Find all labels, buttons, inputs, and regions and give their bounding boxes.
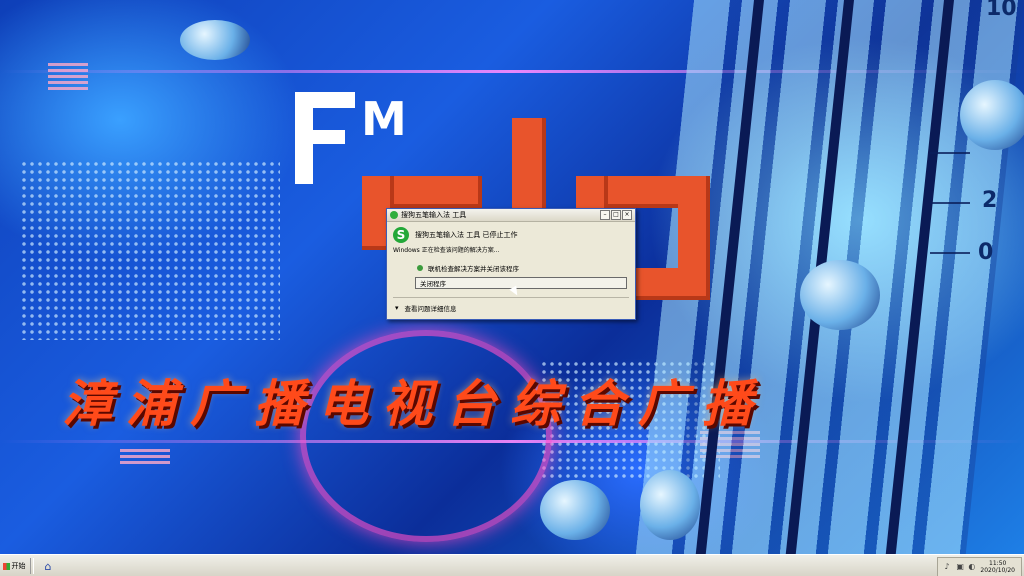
clock-date: 2020/10/20 [980,567,1015,574]
close-program-button[interactable]: 关闭程序 [415,277,627,289]
dialog-header-text: 搜狗五笔输入法 工具 已停止工作 [415,231,518,239]
windows-flag-icon [2,562,10,570]
scale-label: 0 [978,240,994,265]
fader-knob [180,20,250,60]
scale-label: 10 [986,0,1017,21]
chevron-down-icon: ▾ [395,304,399,312]
minimize-icon[interactable]: – [600,210,610,220]
speaker-icon[interactable]: ♪ [944,563,952,571]
network-icon[interactable]: ▣ [956,563,964,571]
dialog-titlebar[interactable]: 搜狗五笔输入法 工具 – □ × [387,209,635,222]
wallpaper-eq-bars [48,62,88,90]
program-error-dialog[interactable]: 搜狗五笔输入法 工具 – □ × S 搜狗五笔输入法 工具 已停止工作 Wind… [386,208,636,320]
scale-tick [930,202,970,204]
wallpaper-eq-bars [120,448,170,464]
details-label: 查看问题详细信息 [404,305,457,313]
scale-tick [930,252,970,254]
dialog-title: 搜狗五笔输入法 工具 [401,211,467,219]
start-button[interactable]: 开始 [2,557,26,575]
fader-knob [800,260,880,330]
system-tray: ♪ ▣ ◐ 11:50 2020/10/20 [937,557,1022,576]
dialog-separator [393,297,629,298]
green-arrow-icon [417,265,423,271]
desktop-wallpaper: 10 2 0 M 漳浦广播电视台综合广播 搜狗五笔输入法 工具 – □ × S [0,0,1024,554]
scale-label: 2 [982,188,998,213]
dialog-header: S 搜狗五笔输入法 工具 已停止工作 [393,227,517,243]
taskbar: 开始 ⌂ ♪ ▣ ◐ 11:50 2020/10/20 [0,554,1024,576]
dialog-message: Windows 正在检查该问题的解决方案... [393,247,500,254]
close-icon[interactable]: × [622,210,632,220]
start-label: 开始 [11,562,26,570]
station-banner-text: 漳浦广播电视台综合广播 [62,374,766,433]
wallpaper-dotgrid [20,160,280,340]
fader-knob [640,470,700,540]
dialog-option-check-online[interactable]: 联机检查解决方案并关闭该程序 [417,263,519,273]
ime-icon[interactable]: ◐ [968,563,976,571]
dialog-option-text: 联机检查解决方案并关闭该程序 [428,265,519,273]
sogou-title-icon [390,211,398,219]
view-details-toggle[interactable]: ▾ 查看问题详细信息 [395,303,457,313]
sogou-s-icon: S [393,227,409,243]
fader-knob [540,480,610,540]
scale-tick [930,152,970,154]
taskbar-clock[interactable]: 11:50 2020/10/20 [980,560,1015,574]
fader-knob [960,80,1024,150]
maximize-icon[interactable]: □ [611,210,621,220]
wallpaper-ring [300,330,552,542]
taskbar-divider [30,558,34,574]
show-desktop-icon[interactable]: ⌂ [38,558,58,574]
clock-time: 11:50 [989,560,1007,567]
